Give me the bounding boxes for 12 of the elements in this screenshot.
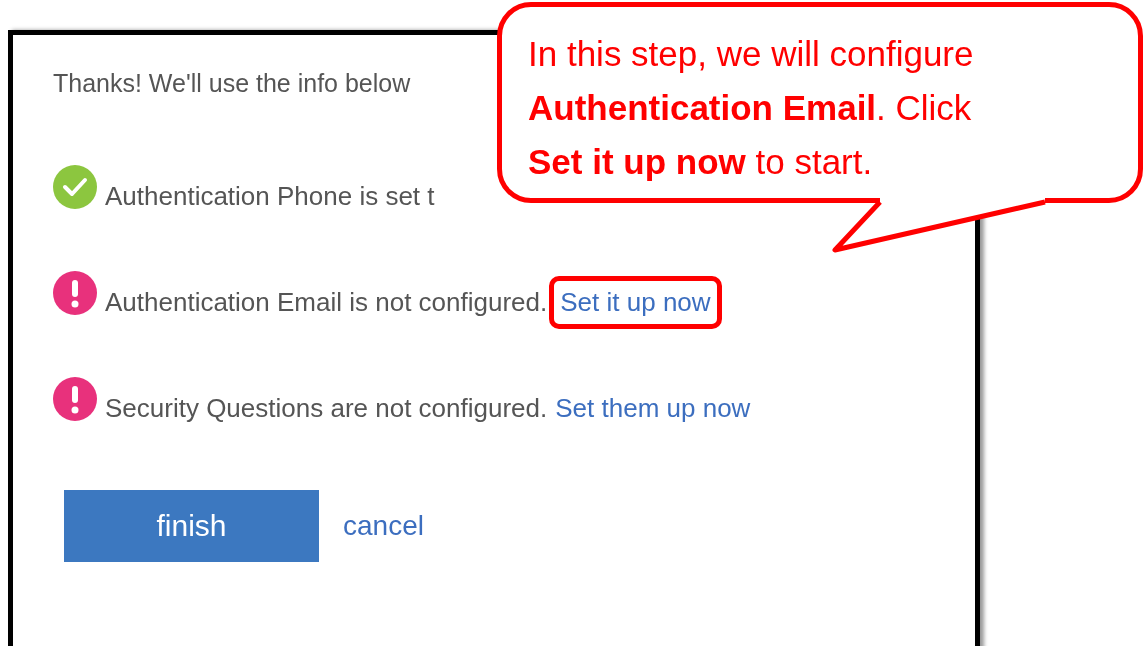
- check-circle-icon: [53, 164, 97, 209]
- status-text: Authentication Phone is set t: [105, 179, 435, 213]
- setup-link[interactable]: Set them up now: [555, 388, 751, 428]
- setup-link[interactable]: Set it up now: [560, 282, 711, 322]
- exclamation-circle-icon: [53, 376, 97, 421]
- callout-text: In this step, we will configure Authentication Email. Click Set it up now to start.: [528, 33, 975, 183]
- exclamation-circle-icon: [53, 270, 97, 315]
- finish-button[interactable]: finish: [64, 489, 319, 562]
- status-text: Authentication Email is not configured.: [105, 285, 548, 319]
- intro-text: Thanks! We'll use the info below: [53, 68, 412, 99]
- status-text: Security Questions are not configured.: [105, 391, 548, 425]
- cancel-link[interactable]: cancel: [343, 504, 424, 547]
